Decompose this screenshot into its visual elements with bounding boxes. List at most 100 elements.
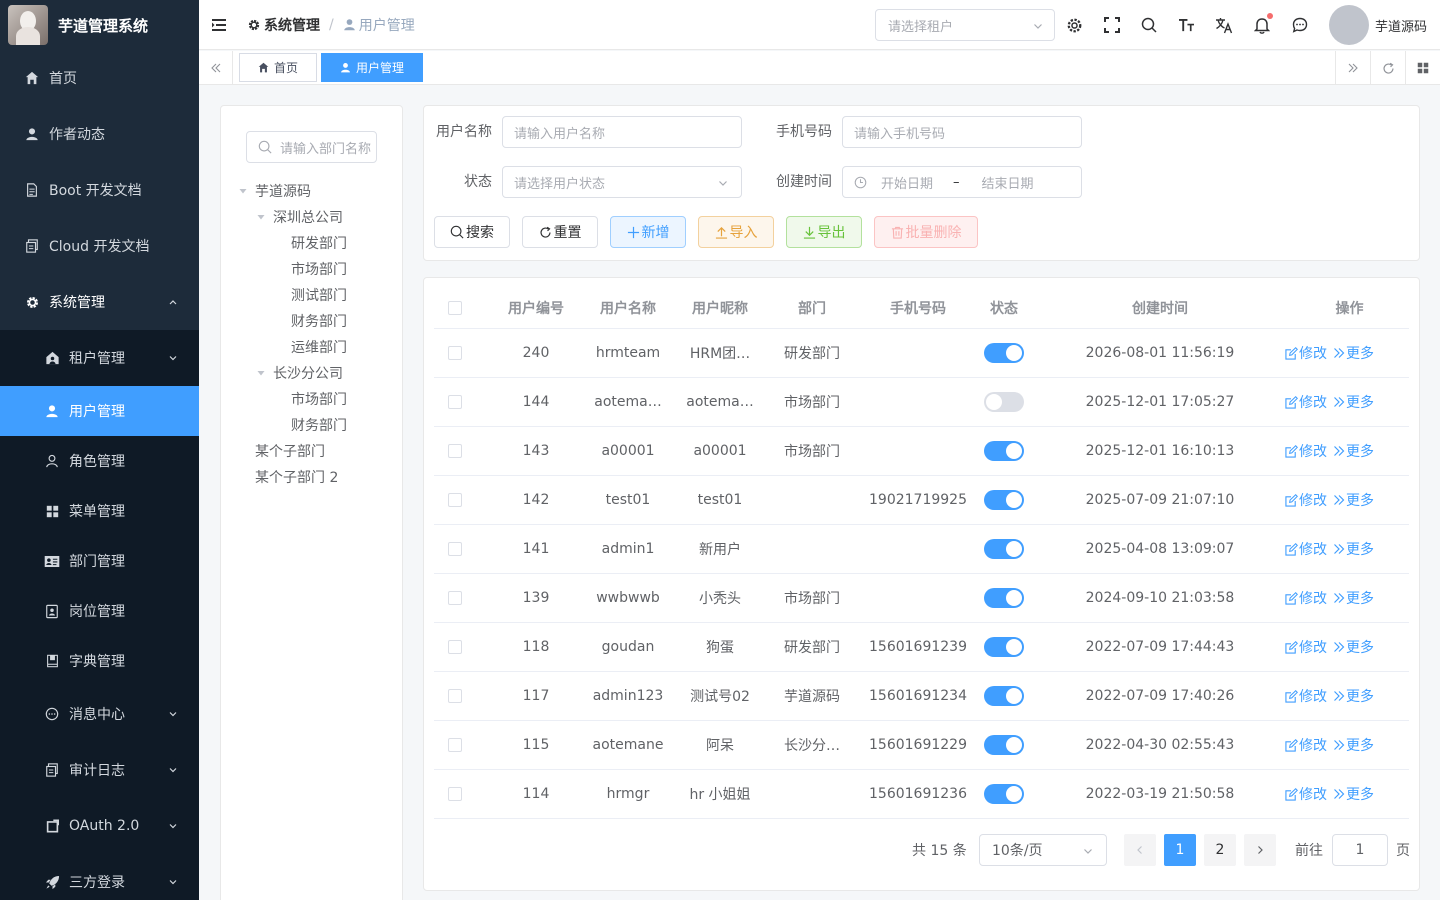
tags-scroll-left-icon[interactable] (199, 51, 233, 85)
edit-button[interactable]: 修改 (1285, 588, 1327, 608)
row-select-cell[interactable] (434, 721, 476, 769)
tenant-select[interactable]: 请选择租户 (875, 9, 1055, 41)
row-select-cell[interactable] (434, 476, 476, 524)
status-switch[interactable] (984, 784, 1024, 804)
row-checkbox[interactable] (448, 689, 462, 703)
tree-node[interactable]: 市场部门 (291, 386, 347, 412)
tag-users[interactable]: 用户管理 (321, 53, 423, 82)
edit-button[interactable]: 修改 (1285, 343, 1327, 363)
more-button[interactable]: 更多 (1333, 490, 1374, 510)
prev-page-button[interactable] (1124, 834, 1156, 866)
tree-node[interactable]: 运维部门 (291, 334, 347, 360)
row-checkbox[interactable] (448, 787, 462, 801)
more-button[interactable]: 更多 (1333, 735, 1374, 755)
refresh-icon[interactable] (1370, 51, 1405, 85)
tags-scroll-right-icon[interactable] (1335, 51, 1370, 85)
breadcrumb-item-system[interactable]: 系统管理 (247, 15, 320, 35)
row-checkbox[interactable] (448, 738, 462, 752)
sidebar-item-social-login[interactable]: 三方登录 (0, 854, 199, 900)
status-switch[interactable] (984, 441, 1024, 461)
settings-gear-icon[interactable] (1064, 15, 1084, 35)
sidebar-item-oauth[interactable]: OAuth 2.0 (0, 798, 199, 854)
sidebar-item-dict[interactable]: 字典管理 (0, 636, 199, 686)
edit-button[interactable]: 修改 (1285, 735, 1327, 755)
select-all-cell[interactable] (434, 288, 476, 328)
status-switch[interactable] (984, 343, 1024, 363)
tree-node[interactable]: 测试部门 (291, 282, 347, 308)
row-checkbox[interactable] (448, 640, 462, 654)
status-switch[interactable] (984, 686, 1024, 706)
status-switch[interactable] (984, 392, 1024, 412)
dept-search-input[interactable]: 请输入部门名称 (246, 131, 377, 163)
row-select-cell[interactable] (434, 329, 476, 377)
goto-page-input[interactable]: 1 (1332, 834, 1388, 866)
row-select-cell[interactable] (434, 770, 476, 818)
translate-icon[interactable] (1214, 15, 1234, 35)
tree-node[interactable]: 某个子部门 2 (255, 464, 338, 490)
batch-delete-button[interactable]: 批量删除 (874, 216, 978, 248)
tree-node[interactable]: 某个子部门 (255, 438, 325, 464)
status-switch[interactable] (984, 637, 1024, 657)
sidebar-item-cloud-docs[interactable]: Cloud 开发文档 (0, 218, 199, 274)
fullscreen-icon[interactable] (1102, 15, 1122, 35)
edit-button[interactable]: 修改 (1285, 686, 1327, 706)
font-size-icon[interactable] (1176, 15, 1196, 35)
notification-bell-icon[interactable] (1252, 13, 1273, 35)
end-date-placeholder[interactable]: 结束日期 (982, 173, 1034, 192)
edit-button[interactable]: 修改 (1285, 392, 1327, 412)
row-checkbox[interactable] (448, 444, 462, 458)
more-button[interactable]: 更多 (1333, 686, 1374, 706)
row-checkbox[interactable] (448, 542, 462, 556)
create-time-range-picker[interactable]: 开始日期 – 结束日期 (842, 166, 1082, 198)
page-button[interactable]: 1 (1164, 834, 1196, 866)
row-select-cell[interactable] (434, 623, 476, 671)
chat-icon[interactable] (1290, 15, 1310, 35)
row-select-cell[interactable] (434, 672, 476, 720)
sidebar-item-home[interactable]: 首页 (0, 50, 199, 106)
select-all-checkbox[interactable] (448, 301, 462, 315)
import-button[interactable]: 导入 (698, 216, 774, 248)
logo[interactable]: 芋道管理系统 (0, 0, 199, 50)
tag-home[interactable]: 首页 (239, 53, 317, 82)
edit-button[interactable]: 修改 (1285, 784, 1327, 804)
sidebar-item-depts[interactable]: 部门管理 (0, 536, 199, 586)
user-menu[interactable]: 芋道源码 (1329, 5, 1427, 45)
sidebar-item-posts[interactable]: 岗位管理 (0, 586, 199, 636)
row-checkbox[interactable] (448, 591, 462, 605)
start-date-placeholder[interactable]: 开始日期 (881, 173, 933, 192)
row-select-cell[interactable] (434, 574, 476, 622)
edit-button[interactable]: 修改 (1285, 490, 1327, 510)
tree-node[interactable]: 财务部门 (291, 308, 347, 334)
sidebar-item-menus[interactable]: 菜单管理 (0, 486, 199, 536)
search-button[interactable]: 搜索 (434, 216, 510, 248)
sidebar-item-tenant[interactable]: 租户管理 (0, 330, 199, 386)
edit-button[interactable]: 修改 (1285, 637, 1327, 657)
reset-button[interactable]: 重置 (522, 216, 598, 248)
sidebar-item-author-news[interactable]: 作者动态 (0, 106, 199, 162)
sidebar-item-audit-log[interactable]: 审计日志 (0, 742, 199, 798)
more-button[interactable]: 更多 (1333, 784, 1374, 804)
row-checkbox[interactable] (448, 395, 462, 409)
export-button[interactable]: 导出 (786, 216, 862, 248)
status-switch[interactable] (984, 735, 1024, 755)
tree-node[interactable]: 财务部门 (291, 412, 347, 438)
more-button[interactable]: 更多 (1333, 343, 1374, 363)
tags-menu-grid-icon[interactable] (1405, 51, 1440, 85)
more-button[interactable]: 更多 (1333, 588, 1374, 608)
mobile-input[interactable]: 请输入手机号码 (842, 116, 1082, 148)
row-checkbox[interactable] (448, 493, 462, 507)
more-button[interactable]: 更多 (1333, 392, 1374, 412)
page-size-select[interactable]: 10条/页 (979, 834, 1107, 866)
next-page-button[interactable] (1244, 834, 1276, 866)
status-switch[interactable] (984, 539, 1024, 559)
tree-node[interactable]: 研发部门 (291, 230, 347, 256)
edit-button[interactable]: 修改 (1285, 539, 1327, 559)
username-input[interactable]: 请输入用户名称 (502, 116, 742, 148)
row-select-cell[interactable] (434, 378, 476, 426)
tree-node[interactable]: 长沙分公司 (255, 360, 343, 386)
sidebar-item-users[interactable]: 用户管理 (0, 386, 199, 436)
page-button[interactable]: 2 (1204, 834, 1236, 866)
sidebar-item-message-center[interactable]: 消息中心 (0, 686, 199, 742)
status-select[interactable]: 请选择用户状态 (502, 166, 742, 198)
status-switch[interactable] (984, 490, 1024, 510)
